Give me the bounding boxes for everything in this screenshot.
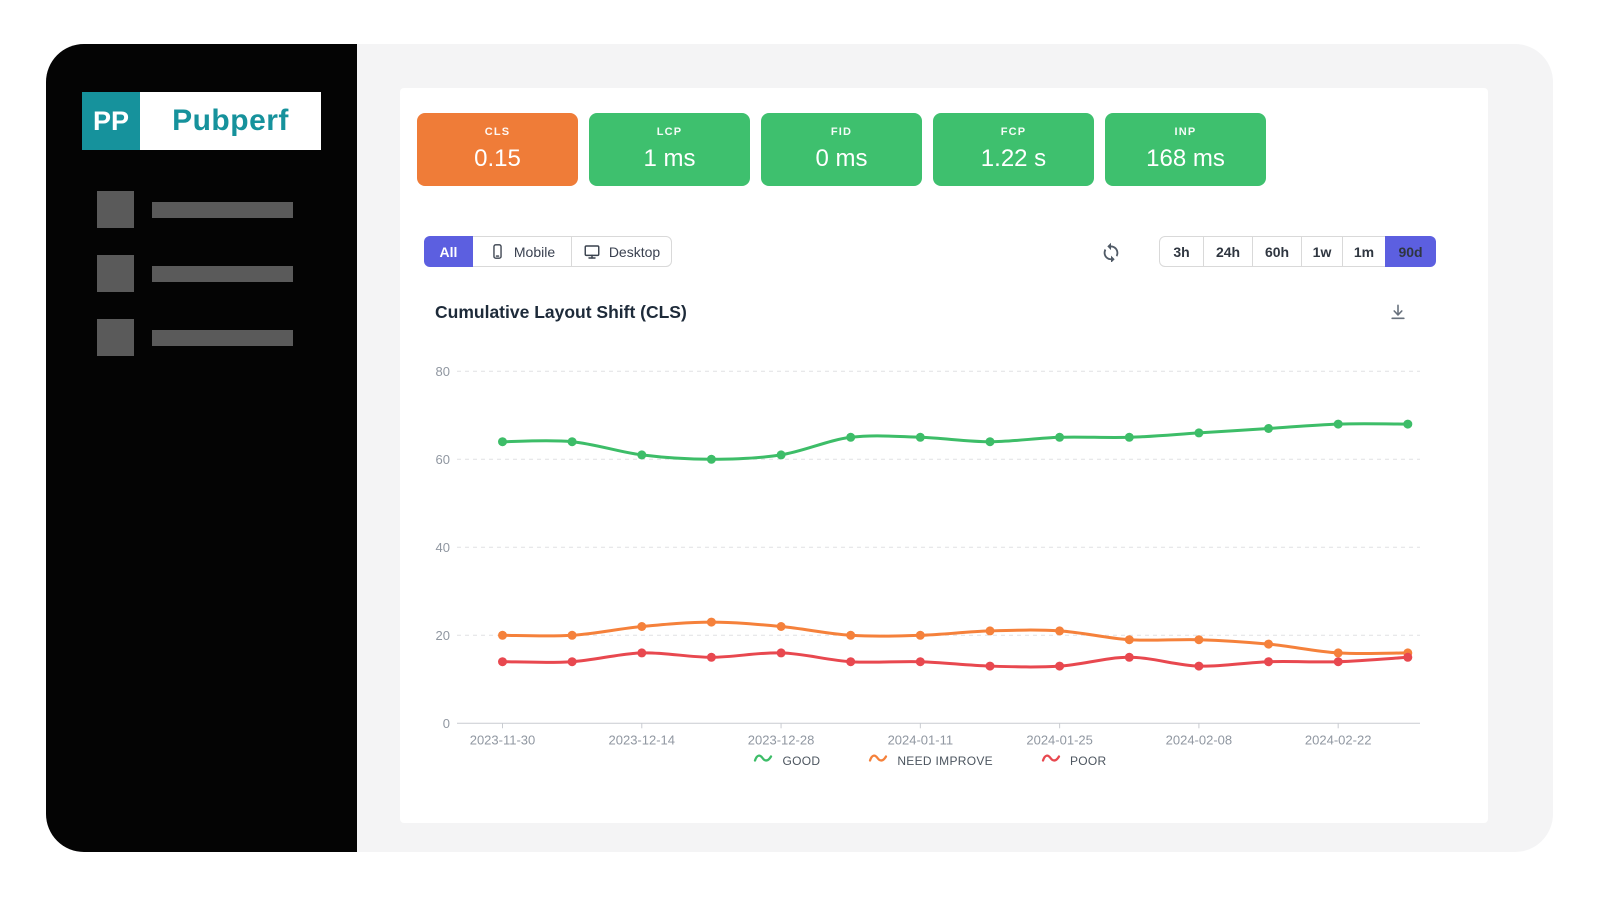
refresh-button[interactable] — [1100, 240, 1122, 263]
range-60h-label: 60h — [1264, 243, 1290, 260]
metric-card-fcp[interactable]: FCP 1.22 s — [933, 113, 1094, 186]
metric-label: INP — [1174, 126, 1197, 138]
dashboard-card: CLS 0.15 LCP 1 ms FID 0 ms FCP 1.22 s IN… — [400, 88, 1488, 823]
skeleton-icon-placeholder — [97, 191, 134, 228]
device-filter-all[interactable]: All — [424, 236, 473, 267]
chart-title: Cumulative Layout Shift (CLS) — [435, 302, 687, 322]
svg-text:60: 60 — [436, 452, 450, 467]
skeleton-label-placeholder — [152, 329, 293, 346]
mobile-icon — [489, 243, 506, 260]
device-filter-desktop[interactable]: Desktop — [571, 236, 672, 267]
metric-label: CLS — [484, 126, 511, 138]
sidebar-skeleton-item — [97, 319, 293, 356]
svg-text:80: 80 — [436, 364, 450, 379]
metric-label: LCP — [656, 126, 683, 138]
app-logo[interactable]: PP Pubperf — [82, 92, 321, 150]
range-90d-label: 90d — [1398, 243, 1423, 260]
svg-text:2024-02-22: 2024-02-22 — [1305, 732, 1372, 747]
range-3h-label: 3h — [1173, 243, 1190, 260]
range-24h-label: 24h — [1215, 243, 1241, 260]
svg-text:2023-12-28: 2023-12-28 — [748, 732, 815, 747]
range-1m-label: 1m — [1353, 243, 1375, 260]
range-1w[interactable]: 1w — [1301, 236, 1343, 267]
device-filter-all-label: All — [439, 243, 458, 260]
device-filter-mobile[interactable]: Mobile — [472, 236, 572, 267]
range-60h[interactable]: 60h — [1252, 236, 1302, 267]
logo-mark: PP — [82, 92, 140, 150]
svg-text:0: 0 — [443, 716, 450, 731]
logo-name: Pubperf — [140, 92, 321, 150]
metric-label: FCP — [1000, 126, 1027, 138]
metric-label: FID — [830, 126, 853, 138]
legend-item-good[interactable]: GOOD — [753, 752, 820, 770]
device-filter-mobile-label: Mobile — [513, 243, 556, 260]
sidebar-skeleton-item — [97, 191, 293, 228]
svg-text:20: 20 — [436, 628, 450, 643]
metric-card-cls[interactable]: CLS 0.15 — [417, 113, 578, 186]
metric-value: 1 ms — [643, 145, 696, 172]
metric-value: 168 ms — [1146, 145, 1225, 172]
skeleton-icon-placeholder — [97, 255, 134, 292]
skeleton-label-placeholder — [152, 201, 293, 218]
svg-text:2024-01-11: 2024-01-11 — [888, 732, 954, 747]
range-3h[interactable]: 3h — [1159, 236, 1204, 267]
legend-item-poor[interactable]: POOR — [1041, 752, 1107, 770]
wave-icon — [868, 752, 888, 770]
chart-legend: GOOD NEED IMPROVE POOR — [430, 752, 1430, 770]
metric-card-inp[interactable]: INP 168 ms — [1105, 113, 1266, 186]
metric-card-lcp[interactable]: LCP 1 ms — [589, 113, 750, 186]
metric-value: 1.22 s — [980, 145, 1047, 172]
svg-text:2024-02-08: 2024-02-08 — [1166, 732, 1233, 747]
svg-text:2024-01-25: 2024-01-25 — [1026, 732, 1093, 747]
svg-text:2023-12-14: 2023-12-14 — [609, 732, 676, 747]
range-1w-label: 1w — [1312, 243, 1332, 260]
skeleton-icon-placeholder — [97, 319, 134, 356]
legend-item-need-improve[interactable]: NEED IMPROVE — [868, 752, 993, 770]
wave-icon — [753, 752, 773, 770]
sidebar-skeleton-item — [97, 255, 293, 292]
range-90d[interactable]: 90d — [1385, 236, 1436, 267]
svg-text:2023-11-30: 2023-11-30 — [470, 732, 536, 747]
metric-card-fid[interactable]: FID 0 ms — [761, 113, 922, 186]
legend-label: NEED IMPROVE — [897, 754, 993, 768]
time-range-filter: 3h 24h 60h 1w 1m 90d — [1159, 236, 1436, 267]
download-icon — [1388, 304, 1408, 326]
legend-label: GOOD — [782, 754, 821, 768]
wave-icon — [1041, 752, 1061, 770]
range-24h[interactable]: 24h — [1203, 236, 1253, 267]
device-filter-desktop-label: Desktop — [608, 243, 661, 260]
legend-label: POOR — [1069, 754, 1107, 768]
sidebar-nav-skeleton — [97, 191, 293, 383]
skeleton-label-placeholder — [152, 265, 293, 282]
cls-line-chart: 80 60 40 20 0 2023-11-30 2023-12-14 2023-12-28 2… — [436, 364, 1420, 747]
app-window: PP Pubperf CLS 0.15 LCP 1 ms FID 0 ms FC… — [0, 0, 1600, 900]
metric-value: 0 ms — [815, 145, 868, 172]
metric-value: 0.15 — [474, 145, 521, 172]
refresh-icon — [1100, 242, 1122, 266]
sidebar: PP Pubperf — [46, 44, 357, 852]
range-1m[interactable]: 1m — [1342, 236, 1386, 267]
desktop-icon — [583, 243, 601, 261]
download-button[interactable] — [1388, 302, 1408, 322]
device-filter: All Mobile Desktop — [424, 236, 672, 267]
metric-cards-row: CLS 0.15 LCP 1 ms FID 0 ms FCP 1.22 s IN… — [417, 113, 1266, 186]
svg-text:40: 40 — [436, 540, 450, 555]
